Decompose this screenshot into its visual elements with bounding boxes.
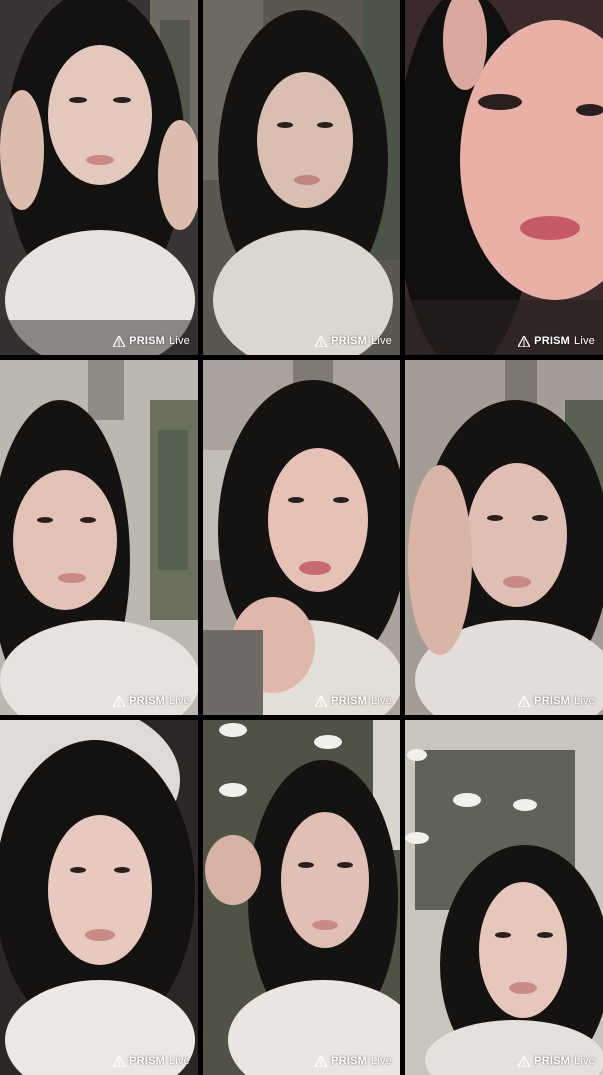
watermark-brand: PRISM <box>534 695 571 707</box>
prism-triangle-icon <box>113 695 126 707</box>
video-tile-7[interactable]: PRISM Live <box>0 720 198 1075</box>
watermark-brand: PRISM <box>331 1055 368 1067</box>
prism-live-watermark: PRISM Live <box>518 1055 595 1067</box>
watermark-brand: PRISM <box>534 1055 571 1067</box>
watermark-suffix: Live <box>169 1055 190 1067</box>
video-tile-1[interactable]: PRISM Live <box>0 0 198 355</box>
video-frame-2 <box>203 0 400 355</box>
video-tile-9[interactable]: PRISM Live <box>405 720 603 1075</box>
watermark-suffix: Live <box>371 335 392 347</box>
prism-live-watermark: PRISM Live <box>518 335 595 347</box>
prism-triangle-icon <box>315 695 328 707</box>
prism-triangle-icon <box>518 335 531 347</box>
video-tile-3[interactable]: PRISM Live <box>405 0 603 355</box>
watermark-brand: PRISM <box>129 335 166 347</box>
watermark-brand: PRISM <box>331 335 368 347</box>
video-frame-8 <box>203 720 400 1075</box>
prism-triangle-icon <box>315 335 328 347</box>
video-tile-6[interactable]: PRISM Live <box>405 360 603 715</box>
video-frame-5 <box>203 360 400 715</box>
prism-triangle-icon <box>518 695 531 707</box>
prism-live-watermark: PRISM Live <box>113 1055 190 1067</box>
watermark-suffix: Live <box>169 335 190 347</box>
prism-triangle-icon <box>113 335 126 347</box>
watermark-suffix: Live <box>371 695 392 707</box>
video-grid: PRISM Live PRISM Live PRISM Live PRISM L… <box>0 0 603 1075</box>
prism-live-watermark: PRISM Live <box>113 335 190 347</box>
watermark-brand: PRISM <box>331 695 368 707</box>
prism-live-watermark: PRISM Live <box>518 695 595 707</box>
prism-triangle-icon <box>113 1055 126 1067</box>
video-frame-1 <box>0 0 198 355</box>
video-frame-3 <box>405 0 603 355</box>
watermark-suffix: Live <box>574 695 595 707</box>
watermark-suffix: Live <box>574 335 595 347</box>
prism-triangle-icon <box>315 1055 328 1067</box>
watermark-brand: PRISM <box>129 1055 166 1067</box>
video-frame-4 <box>0 360 198 715</box>
video-tile-4[interactable]: PRISM Live <box>0 360 198 715</box>
prism-triangle-icon <box>518 1055 531 1067</box>
watermark-suffix: Live <box>574 1055 595 1067</box>
watermark-brand: PRISM <box>534 335 571 347</box>
video-tile-8[interactable]: PRISM Live <box>203 720 400 1075</box>
prism-live-watermark: PRISM Live <box>315 335 392 347</box>
watermark-suffix: Live <box>169 695 190 707</box>
watermark-suffix: Live <box>371 1055 392 1067</box>
video-frame-9 <box>405 720 603 1075</box>
video-frame-7 <box>0 720 198 1075</box>
prism-live-watermark: PRISM Live <box>315 1055 392 1067</box>
video-frame-6 <box>405 360 603 715</box>
video-tile-5[interactable]: PRISM Live <box>203 360 400 715</box>
prism-live-watermark: PRISM Live <box>315 695 392 707</box>
watermark-brand: PRISM <box>129 695 166 707</box>
video-tile-2[interactable]: PRISM Live <box>203 0 400 355</box>
prism-live-watermark: PRISM Live <box>113 695 190 707</box>
